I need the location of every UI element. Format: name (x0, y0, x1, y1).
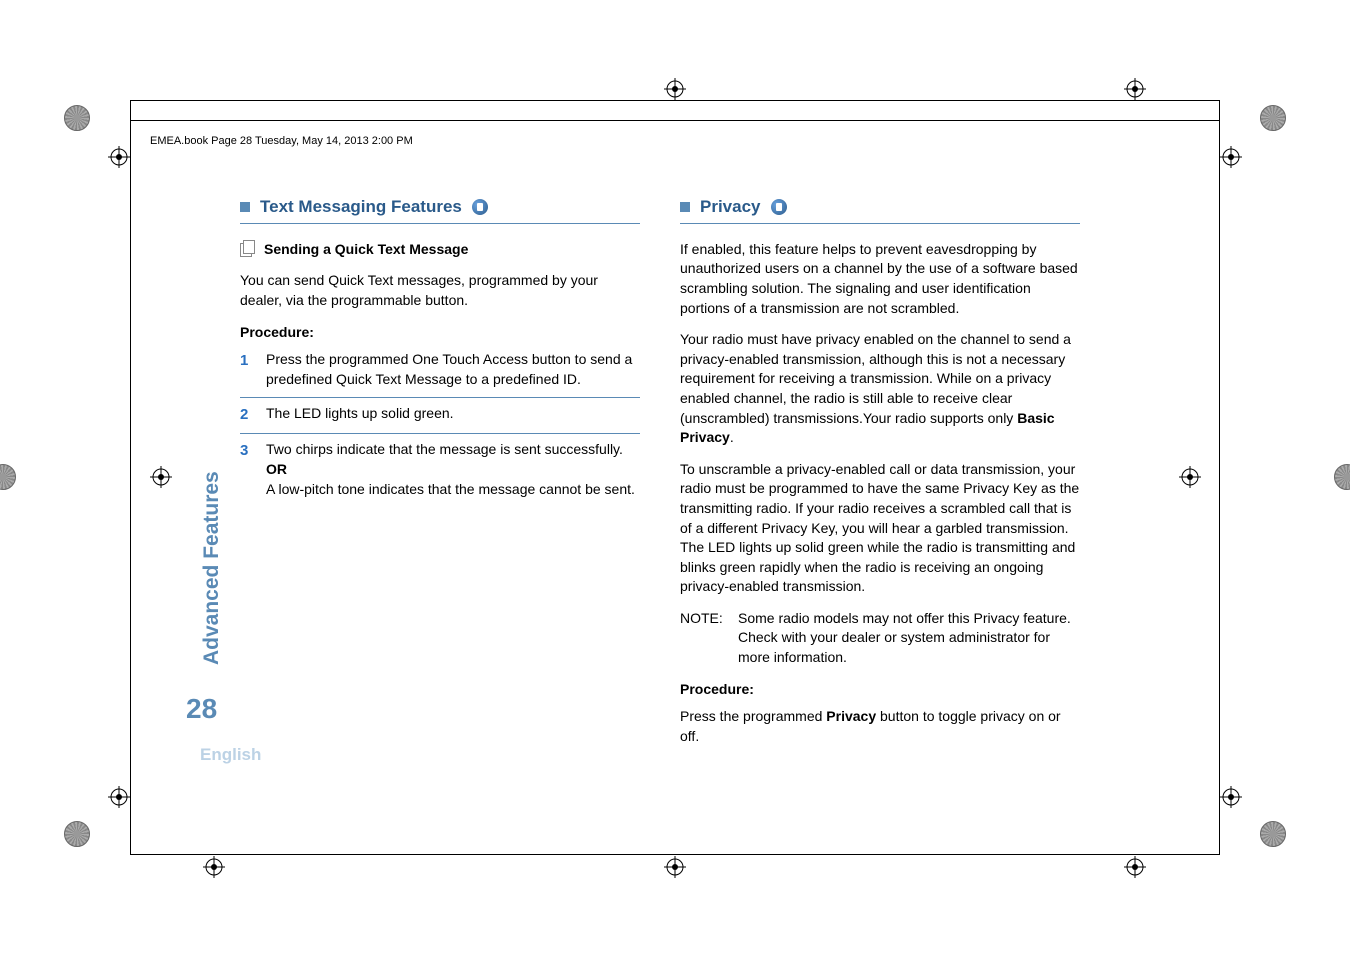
document-icon (240, 243, 254, 257)
section-title-privacy: Privacy (680, 195, 1080, 219)
feature-mode-icon (771, 199, 787, 215)
language-label: English (200, 745, 261, 765)
registration-mark-icon (1220, 146, 1242, 168)
procedure-text: Press the programmed Privacy button to t… (680, 707, 1080, 746)
subsection-title: Sending a Quick Text Message (240, 240, 640, 260)
step-text-line: A low-pitch tone indicates that the mess… (266, 481, 635, 497)
text-run: . (730, 429, 734, 445)
body-paragraph: To unscramble a privacy-enabled call or … (680, 460, 1080, 597)
registration-mark-icon (1124, 78, 1146, 100)
step-separator (240, 397, 640, 398)
step-or: OR (266, 461, 287, 477)
square-bullet-icon (240, 202, 250, 212)
right-column: Privacy If enabled, this feature helps t… (680, 195, 1080, 758)
registration-mark-icon (1124, 856, 1146, 878)
color-calibration-icon (64, 821, 90, 847)
feature-mode-icon (472, 199, 488, 215)
step-text: Press the programmed One Touch Access bu… (266, 350, 640, 389)
content-area: Text Messaging Features Sending a Quick … (240, 195, 1080, 758)
square-bullet-icon (680, 202, 690, 212)
step-number: 1 (240, 350, 266, 389)
registration-mark-icon (1179, 466, 1201, 488)
color-calibration-icon (0, 464, 16, 494)
step-separator (240, 433, 640, 434)
procedure-label: Procedure: (240, 323, 640, 343)
registration-mark-icon (150, 466, 172, 488)
step-number: 2 (240, 404, 266, 425)
registration-mark-icon (203, 856, 225, 878)
step-text: The LED lights up solid green. (266, 404, 640, 425)
procedure-step: 2 The LED lights up solid green. (240, 404, 640, 429)
sidebar-section-label: Advanced Features (200, 261, 224, 455)
section-title-label: Text Messaging Features (260, 195, 462, 219)
color-calibration-icon (1260, 105, 1286, 131)
registration-mark-icon (664, 78, 686, 100)
note-label: NOTE: (680, 609, 738, 668)
note-block: NOTE: Some radio models may not offer th… (680, 609, 1080, 668)
note-text: Some radio models may not offer this Pri… (738, 609, 1080, 668)
bold-term: Privacy (826, 708, 876, 724)
registration-mark-icon (1220, 786, 1242, 808)
text-run: Your radio must have privacy enabled on … (680, 331, 1071, 425)
step-text-line: Two chirps indicate that the message is … (266, 441, 623, 457)
registration-mark-icon (108, 786, 130, 808)
step-number: 3 (240, 440, 266, 499)
text-run: Press the programmed (680, 708, 826, 724)
procedure-label: Procedure: (680, 680, 1080, 700)
color-calibration-icon (1260, 821, 1286, 847)
registration-mark-icon (108, 146, 130, 168)
section-divider (240, 223, 640, 224)
running-head: EMEA.book Page 28 Tuesday, May 14, 2013 … (150, 135, 413, 147)
registration-mark-icon (664, 856, 686, 878)
step-text: Two chirps indicate that the message is … (266, 440, 640, 499)
color-calibration-icon (1334, 464, 1350, 494)
subsection-label: Sending a Quick Text Message (264, 240, 468, 260)
intro-paragraph: You can send Quick Text messages, progra… (240, 271, 640, 310)
section-title-label: Privacy (700, 195, 761, 219)
body-paragraph: If enabled, this feature helps to preven… (680, 240, 1080, 318)
section-title-text-messaging: Text Messaging Features (240, 195, 640, 219)
left-column: Text Messaging Features Sending a Quick … (240, 195, 640, 758)
procedure-step: 3 Two chirps indicate that the message i… (240, 440, 640, 503)
color-calibration-icon (64, 105, 90, 131)
body-paragraph: Your radio must have privacy enabled on … (680, 330, 1080, 448)
page-number: 28 (186, 693, 217, 725)
section-divider (680, 223, 1080, 224)
procedure-step: 1 Press the programmed One Touch Access … (240, 350, 640, 393)
